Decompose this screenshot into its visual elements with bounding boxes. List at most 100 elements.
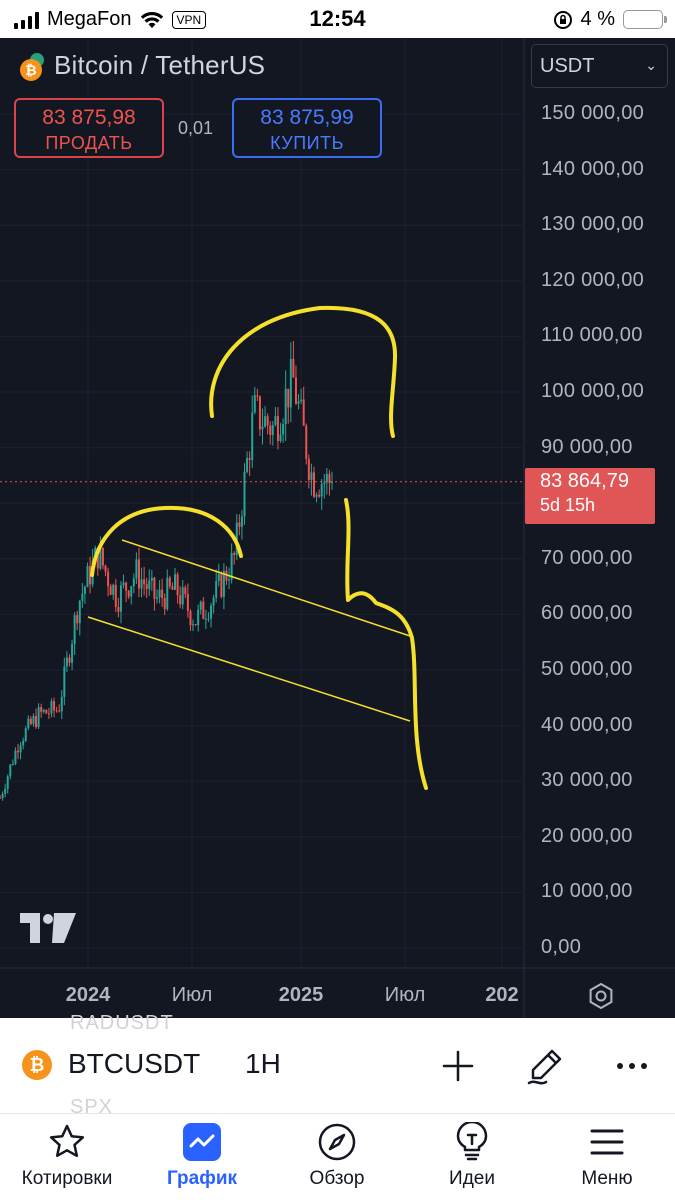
candle-body [73,615,76,645]
battery-percent: 4 % [580,8,615,30]
settings-icon[interactable] [586,981,616,1011]
symbol-title: Bitcoin / TetherUS [54,50,266,80]
timeframe-button[interactable]: 1H [245,1048,281,1080]
chart-area[interactable]: ₿ Bitcoin / TetherUS 83 875,98 ПРОДАТЬ 0… [0,38,675,1018]
candle-body [305,425,308,459]
star-icon [49,1124,85,1158]
symbol-button[interactable]: BTCUSDT [68,1048,200,1080]
candle-body [53,701,56,711]
candle-body [81,593,84,601]
btc-usdt-icon: ₿ [16,50,46,81]
candle-body [287,388,290,408]
candle-body [251,412,254,460]
sell-price: 83 875,98 [42,106,136,129]
symbol-header[interactable]: ₿ Bitcoin / TetherUS [16,50,265,81]
candle-body [210,605,213,619]
candle-body [197,609,200,626]
candle-body [55,710,58,712]
candle-body [137,559,140,589]
candle-body [132,578,135,587]
last-price-value: 83 864,79 [540,470,629,492]
candle-body [37,707,40,728]
tradingview-logo [20,913,76,943]
candle-body [312,472,315,497]
candle-body [17,750,20,753]
candle-body [207,618,210,620]
nav-ideas[interactable]: Идеи [407,1122,537,1190]
candle-body [284,388,287,425]
drawing-tools-icon[interactable] [525,1046,565,1086]
candle-body [269,425,272,435]
candle-body [179,595,182,605]
y-tick-label: 140 000,00 [541,157,645,180]
y-tick-label: 50 000,00 [541,658,633,680]
candle-body [68,657,71,663]
y-tick-label: 120 000,00 [541,268,645,291]
candle-body [266,416,269,426]
candle-body [199,601,202,610]
candle-body [22,740,25,746]
candle-body [194,624,197,626]
more-options-icon[interactable] [612,1046,652,1086]
nav-quotes-label: Котировки [21,1168,113,1189]
lightbulb-icon [456,1122,488,1161]
y-tick-label: 90 000,00 [541,435,633,458]
nav-overview[interactable]: Обзор [272,1122,402,1190]
candle-body [307,458,310,481]
candle-body [76,615,79,624]
candle-body [264,416,267,427]
candle-body [240,516,243,527]
candle-body [101,547,104,566]
candle-body [192,624,195,626]
nav-overview-label: Обзор [309,1168,365,1189]
candle-body [150,577,153,581]
y-tick-label: 30 000,00 [541,769,633,792]
status-right: 4 % [553,8,667,31]
y-tick-label: 70 000,00 [541,546,633,569]
candle-body [215,581,218,598]
candle-body [289,358,292,408]
upper-trend-line [121,539,411,637]
price-chart[interactable] [0,38,675,1018]
candle-countdown: 5d 15h [540,495,596,515]
candle-body [71,644,74,663]
add-indicator-icon[interactable] [438,1046,478,1086]
currency-select[interactable]: USDT ⌄ [531,44,668,88]
y-tick-label: 40 000,00 [541,713,633,736]
candle-body [122,582,125,586]
x-tick-label: Июл [384,984,426,1006]
candle-body [1,793,4,799]
nav-quotes[interactable]: Котировки [2,1122,132,1190]
candle-body [189,611,192,626]
candle-body [204,618,207,620]
spread-value: 0,01 [178,118,214,138]
sell-button[interactable]: 83 875,98 ПРОДАТЬ [14,98,164,158]
candle-body [243,471,246,517]
y-tick-label: 0,00 [541,936,582,958]
compass-icon [318,1123,356,1161]
nav-menu[interactable]: Меню [542,1122,672,1190]
candle-body [297,401,300,404]
buy-button[interactable]: 83 875,99 КУПИТЬ [232,98,382,158]
candle-body [253,395,256,413]
candle-body [27,718,30,729]
last-price-tag: 83 864,79 5d 15h [525,468,655,524]
candle-body [6,776,9,789]
candle-body [176,574,179,596]
symbol-toolbar: RADUSDT SPX ₿ BTCUSDT 1H [0,1012,675,1118]
candle-body [294,377,297,404]
buy-label: КУПИТЬ [270,133,344,153]
candle-body [11,763,14,765]
candle-body [228,579,231,581]
candle-body [271,424,274,435]
candle-body [163,597,166,610]
btc-icon: ₿ [22,1050,52,1080]
nav-chart[interactable]: График [137,1122,267,1190]
candle-body [130,586,133,597]
candle-body [42,709,45,712]
chevron-down-icon: ⌄ [645,57,657,73]
candle-body [65,657,68,667]
candle-body [171,586,174,590]
y-tick-label: 130 000,00 [541,213,645,236]
candle-body [40,707,43,712]
